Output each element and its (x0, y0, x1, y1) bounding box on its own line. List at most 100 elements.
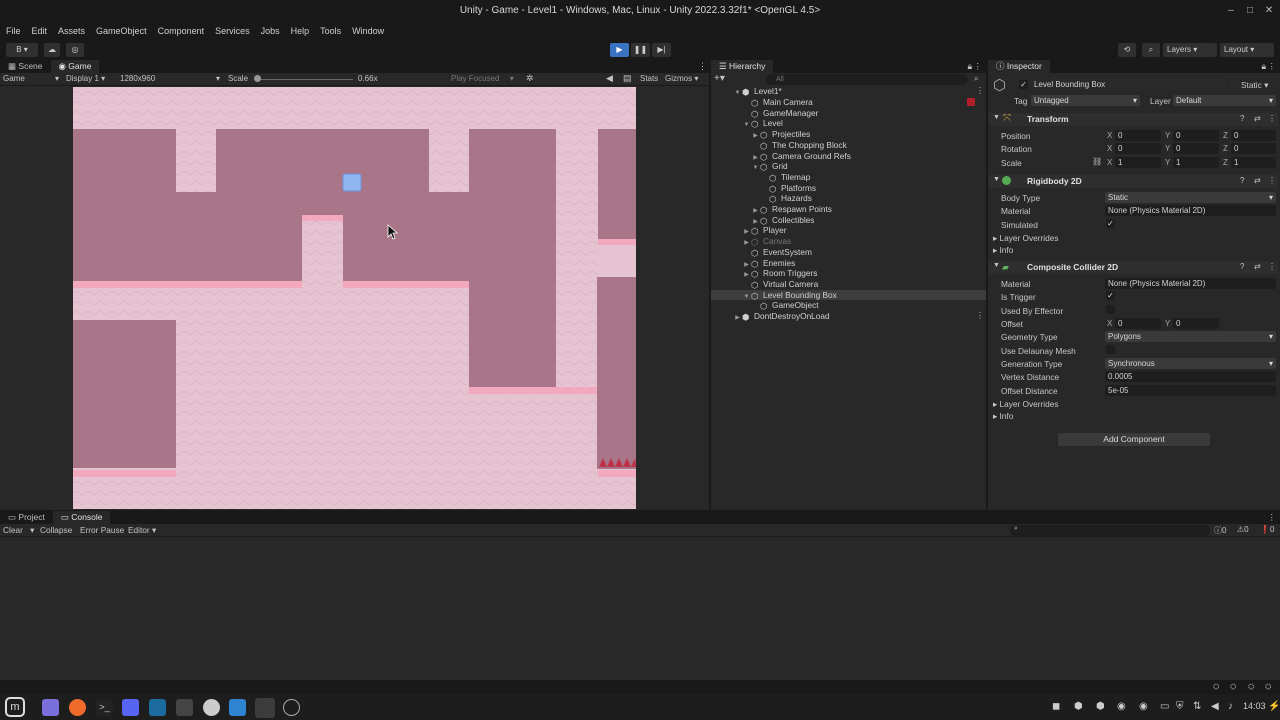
cc-material-field[interactable]: None (Physics Material 2D) (1105, 278, 1276, 289)
menu-edit[interactable]: Edit (32, 26, 48, 36)
unity-hub-icon[interactable] (203, 699, 220, 716)
collapse-arrow-icon[interactable]: ▼ (993, 176, 1000, 183)
component-menu-icon[interactable]: ⋮ (1268, 262, 1276, 271)
hierarchy-item-room-triggers[interactable]: ▶ ⬡ Room Triggers (742, 268, 817, 279)
object-name-field[interactable]: Level Bounding Box (1031, 79, 1226, 90)
hierarchy-item-enemies[interactable]: ▶ ⬡ Enemies (742, 258, 795, 269)
cloud-icon[interactable]: ☁ (44, 43, 60, 57)
rb-layer-overrides-foldout[interactable]: ▸ Layer Overrides (993, 233, 1059, 243)
files-icon[interactable] (42, 699, 59, 716)
vscode-icon[interactable] (229, 699, 246, 716)
tray-volume-icon[interactable]: ◀ (1211, 701, 1219, 712)
composite-collider-header[interactable]: Composite Collider 2D (989, 261, 1278, 274)
hierarchy-menu-icon[interactable]: ⋮ (974, 60, 983, 73)
menu-gameobject[interactable]: GameObject (96, 26, 147, 36)
menu-tools[interactable]: Tools (320, 26, 341, 36)
layout-dropdown[interactable]: Layout ▾ (1220, 43, 1274, 57)
hierarchy-item-chopping-block[interactable]: ⬡ The Chopping Block (751, 140, 847, 151)
rigidbody2d-header[interactable]: Rigidbody 2D (989, 175, 1278, 188)
position-z-field[interactable]: 0 (1231, 130, 1276, 141)
grid-icon[interactable]: ▤ (623, 73, 632, 84)
menu-component[interactable]: Component (158, 26, 205, 36)
simulated-checkbox[interactable]: ✓ (1106, 219, 1115, 228)
transform-header[interactable]: Transform (989, 113, 1278, 126)
error-count[interactable]: ❗0 (1260, 525, 1274, 534)
hierarchy-item-gamemanager[interactable]: ⬡ GameManager (742, 108, 818, 119)
generation-type-dropdown[interactable]: Synchronous ▾ (1105, 358, 1276, 369)
scene-menu-icon[interactable]: ⋮ (976, 86, 984, 95)
error-pause-button[interactable]: Error Pause (80, 525, 124, 535)
tab-game[interactable]: ◉ Game (50, 60, 100, 73)
collapse-arrow-icon[interactable]: ▼ (993, 114, 1000, 121)
tray-unity-icon[interactable]: ⬢ (1074, 701, 1083, 712)
used-by-effector-checkbox[interactable] (1106, 305, 1115, 314)
status-icon-3[interactable]: ⛭ (1248, 682, 1254, 692)
tab-console[interactable]: ▭ Console (52, 511, 111, 524)
hierarchy-item-gameobject[interactable]: ⬡ GameObject (751, 300, 819, 311)
tray-clipboard-icon[interactable]: ▭ (1160, 701, 1169, 712)
tray-steam2-icon[interactable]: ◉ (1139, 701, 1148, 712)
hierarchy-item-level-bounding-box[interactable]: ▼ ⬡ Level Bounding Box (711, 289, 986, 301)
hierarchy-add-button[interactable]: +▾ (714, 74, 728, 85)
static-dropdown[interactable]: Static ▾ (1241, 80, 1268, 90)
menu-help[interactable]: Help (291, 26, 310, 36)
tray-discord-icon[interactable]: ◼ (1052, 701, 1060, 712)
static-checkbox[interactable] (1230, 80, 1239, 89)
search-options-icon[interactable]: ⌕ (974, 74, 978, 84)
hierarchy-item-projectiles[interactable]: ▶ ⬡ Projectiles (751, 129, 810, 140)
hierarchy-item-main-camera[interactable]: ⬡ Main Camera (742, 97, 813, 108)
tab-inspector[interactable]: ⓘ Inspector (988, 60, 1050, 73)
expand-arrow-icon[interactable]: ▼ (733, 88, 742, 99)
bug-icon[interactable]: ✲ (526, 73, 534, 84)
inspector-menu-icon[interactable]: ⋮ (1268, 60, 1277, 73)
status-icon-4[interactable]: ⛭ (1265, 682, 1271, 692)
maximize-button[interactable]: □ (1240, 0, 1260, 22)
stats-button[interactable]: Stats (640, 74, 658, 83)
active-checkbox[interactable]: ✓ (1019, 80, 1028, 89)
hierarchy-item-eventsystem[interactable]: ⬡ EventSystem (742, 247, 812, 258)
layers-dropdown[interactable]: Layers ▾ (1163, 43, 1217, 57)
clock[interactable]: 14:03 (1243, 701, 1266, 711)
position-y-field[interactable]: 0 (1173, 130, 1219, 141)
hierarchy-item-virtual-camera[interactable]: ⬡ Virtual Camera (742, 279, 818, 290)
panel-menu-icon[interactable]: ⋮ (698, 61, 707, 72)
console-search-input[interactable]: ⌕ (1010, 525, 1210, 536)
is-trigger-checkbox[interactable]: ✓ (1106, 291, 1115, 300)
tray-music-icon[interactable]: ♪ (1228, 701, 1233, 712)
pause-button[interactable]: ❚❚ (631, 43, 650, 57)
play-focused-dropdown[interactable]: Play Focused ▾ (451, 74, 514, 83)
terminal-icon[interactable]: >_ (96, 699, 113, 716)
help-icon[interactable]: ? (1240, 176, 1244, 185)
minimize-button[interactable]: – (1221, 0, 1241, 22)
expand-arrow-icon[interactable]: ▼ (751, 163, 760, 174)
menu-window[interactable]: Window (352, 26, 384, 36)
steam-icon[interactable] (149, 699, 166, 716)
hierarchy-item-camera-ground-refs[interactable]: ▶ ⬡ Camera Ground Refs (751, 151, 851, 162)
add-component-button[interactable]: Add Component (1058, 433, 1210, 446)
search-icon[interactable]: ⌕ (1142, 43, 1160, 57)
hierarchy-search-input[interactable]: All (766, 74, 968, 85)
gizmos-dropdown[interactable]: Gizmos ▾ (665, 74, 698, 83)
hierarchy-item-player[interactable]: ▶ ⬡ Player (742, 225, 786, 236)
scale-x-field[interactable]: 1 (1115, 157, 1161, 168)
cc-info-foldout[interactable]: ▸ Info (993, 411, 1013, 421)
status-icon-2[interactable]: ⛭ (1230, 682, 1236, 692)
hierarchy-item-scene[interactable]: ▼ ⬢ Level1* (733, 86, 986, 97)
game-mode-dropdown[interactable]: Game ▾ (3, 74, 59, 83)
app-icon[interactable] (176, 699, 193, 716)
scale-z-field[interactable]: 1 (1231, 157, 1276, 168)
collapse-button[interactable]: Collapse (40, 525, 72, 535)
tray-steam-icon[interactable]: ◉ (1117, 701, 1126, 712)
status-icon-1[interactable]: ⛭ (1213, 682, 1219, 692)
help-icon[interactable]: ? (1240, 262, 1244, 271)
rotation-x-field[interactable]: 0 (1115, 143, 1161, 154)
preset-icon[interactable]: ⇄ (1254, 114, 1261, 123)
display-dropdown[interactable]: Display 1 ▾ (66, 74, 105, 83)
rb-material-field[interactable]: None (Physics Material 2D) (1105, 205, 1276, 216)
play-button[interactable]: ▶ (610, 43, 629, 57)
component-menu-icon[interactable]: ⋮ (1268, 114, 1276, 123)
layer-dropdown[interactable]: Default ▾ (1173, 95, 1276, 106)
tray-network-icon[interactable]: ⇅ (1193, 701, 1201, 712)
vertex-distance-field[interactable]: 0.0005 (1105, 371, 1276, 382)
preset-icon[interactable]: ⇄ (1254, 176, 1261, 185)
